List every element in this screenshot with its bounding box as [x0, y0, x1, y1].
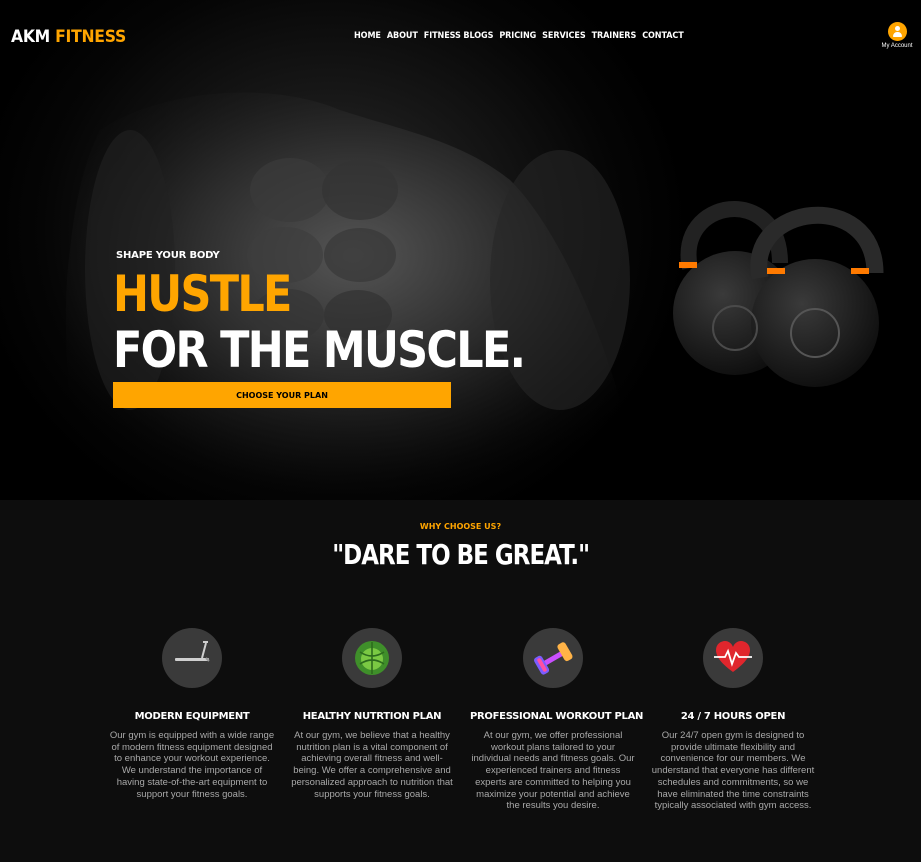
hero-eyebrow: SHAPE YOUR BODY	[116, 250, 220, 261]
kettlebells-image	[673, 201, 884, 387]
nav-home[interactable]: HOME	[354, 30, 381, 42]
feature-title: MODERN EQUIPMENT	[134, 711, 250, 722]
heartbeat-icon	[703, 628, 763, 688]
feature-title: HEALTHY NUTRTION PLAN	[302, 711, 442, 722]
feature-card: 24 / 7 HOURS OPEN Our 24/7 open gym is d…	[650, 628, 816, 812]
nav-about[interactable]: ABOUT	[387, 30, 418, 42]
why-eyebrow: WHY CHOOSE US?	[419, 522, 502, 531]
why-title: "DARE TO BE GREAT."	[0, 538, 921, 571]
main-nav: HOME ABOUT FITNESS BLOGS PRICING SERVICE…	[354, 30, 690, 42]
feature-card: MODERN EQUIPMENT Our gym is equipped wit…	[109, 628, 275, 800]
feature-text: At our gym, we offer professional workou…	[471, 730, 635, 812]
feature-card: PROFESSIONAL WORKOUT PLAN At our gym, we…	[470, 628, 644, 812]
nav-services[interactable]: SERVICES	[542, 30, 585, 42]
nav-fitness-blogs[interactable]: FITNESS BLOGS	[424, 30, 494, 42]
user-icon	[887, 22, 907, 41]
logo-text-fitness: FITNESS	[55, 27, 126, 47]
hero-headline-muscle: FOR THE MUSCLE.	[113, 321, 526, 379]
my-account-button[interactable]: My Account	[877, 22, 917, 49]
logo-text-akm: AKM	[11, 27, 50, 47]
site-header: AKM FITNESS HOME ABOUT FITNESS BLOGS PRI…	[0, 0, 921, 70]
nav-contact[interactable]: CONTACT	[642, 30, 684, 42]
brand-logo[interactable]: AKM FITNESS	[11, 27, 126, 47]
treadmill-icon	[162, 628, 222, 688]
hero-text: SHAPE YOUR BODY HUSTLE FOR THE MUSCLE.	[113, 250, 591, 377]
choose-plan-button[interactable]: CHOOSE YOUR PLAN	[113, 382, 451, 408]
dumbbell-icon	[523, 628, 583, 688]
feature-text: Our gym is equipped with a wide range of…	[109, 730, 275, 800]
why-title-text: "DARE TO BE GREAT."	[332, 538, 590, 571]
feature-text: At our gym, we believe that a healthy nu…	[291, 730, 453, 800]
nav-trainers[interactable]: TRAINERS	[592, 30, 637, 42]
feature-title: 24 / 7 HOURS OPEN	[680, 711, 786, 722]
feature-text: Our 24/7 open gym is designed to provide…	[651, 730, 815, 812]
my-account-label: My Account	[881, 43, 913, 49]
nav-pricing[interactable]: PRICING	[499, 30, 536, 42]
feature-title: PROFESSIONAL WORKOUT PLAN	[470, 711, 644, 722]
hero-headline-hustle: HUSTLE	[113, 265, 292, 323]
feature-card: HEALTHY NUTRTION PLAN At our gym, we bel…	[289, 628, 455, 800]
why-choose-us-section: WHY CHOOSE US? "DARE TO BE GREAT." MODER…	[0, 500, 921, 862]
cabbage-icon	[342, 628, 402, 688]
